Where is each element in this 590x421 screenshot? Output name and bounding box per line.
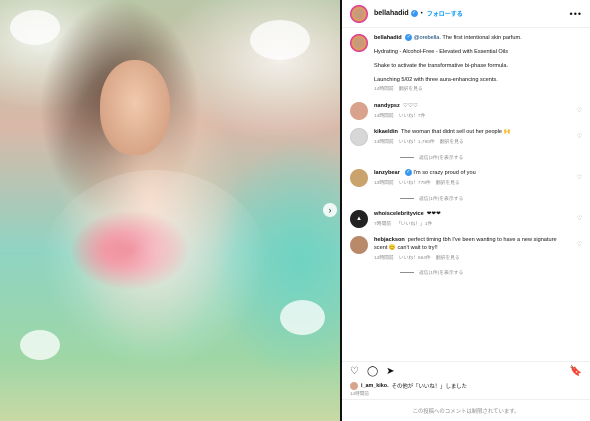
- dot-separator: •: [420, 10, 423, 17]
- comment-username[interactable]: hebjackson: [374, 237, 405, 243]
- comment-username[interactable]: lanzybear: [374, 170, 400, 176]
- comment-item: ▲ whoiscelebrityvice ❤❤❤ 7時間前 「いいね！」1件 ♡: [350, 210, 582, 228]
- timestamp: 7時間前: [374, 222, 392, 227]
- translate-link[interactable]: 翻訳を見る: [436, 181, 460, 186]
- liked-by-text[interactable]: その他が「いいね！」しました: [392, 382, 467, 390]
- likes-count[interactable]: いいね！1,760件: [399, 140, 435, 145]
- verified-icon: ✓: [410, 10, 418, 17]
- comment-username[interactable]: whoiscelebrityvice: [374, 211, 424, 217]
- caption-line: Launching 5/02 with three aura-enhancing…: [374, 77, 498, 83]
- verified-icon: ✓: [405, 34, 413, 42]
- instagram-post-view: › bellahadid ✓ • フォローする ••• bellahadid ✓…: [0, 0, 590, 421]
- view-replies-label: 返信(1件)を表示する: [419, 271, 464, 276]
- verified-icon: ✓: [404, 169, 412, 177]
- comment-text: I'm so crazy proud of you: [413, 170, 476, 176]
- comment-text: ♡♡♡: [402, 103, 418, 109]
- caption-line: Hydrating - Alcohol-Free - Elevated with…: [374, 49, 508, 55]
- share-icon[interactable]: ➤: [386, 366, 394, 377]
- heart-icon[interactable]: ♡: [577, 174, 582, 181]
- post-panel: bellahadid ✓ • フォローする ••• bellahadid ✓ @…: [342, 0, 590, 421]
- translate-link[interactable]: 翻訳を見る: [440, 140, 464, 145]
- next-image-arrow-icon[interactable]: ›: [323, 203, 337, 217]
- comment-icon[interactable]: ◯: [367, 366, 378, 377]
- mention-link[interactable]: @orebella: [414, 35, 440, 41]
- comment-text: The woman that didnt sell out her people…: [400, 129, 511, 135]
- more-options-icon[interactable]: •••: [570, 9, 582, 19]
- flower-decoration: [10, 10, 60, 45]
- view-replies[interactable]: 返信(1件)を表示する: [400, 195, 582, 202]
- liked-by: i_am_kiko. その他が「いいね！」しました: [342, 381, 590, 391]
- comments-restricted-notice: この投稿へのコメントは制限されています。: [342, 399, 590, 421]
- comment-item: nandypsz ♡♡♡ 14時間前 いいね！7件 ♡: [350, 102, 582, 120]
- likes-count[interactable]: いいね！664件: [399, 256, 431, 261]
- header-username[interactable]: bellahadid: [374, 10, 409, 17]
- heart-icon[interactable]: ♡: [577, 215, 582, 222]
- likes-count[interactable]: いいね！7件: [399, 114, 426, 119]
- timestamp: 14時間前: [374, 114, 394, 119]
- post-header: bellahadid ✓ • フォローする •••: [342, 0, 590, 28]
- comment-text: ❤❤❤: [426, 211, 441, 217]
- avatar[interactable]: [350, 4, 368, 23]
- caption-text: . The first intentional skin parfum.: [439, 35, 522, 41]
- caption-username[interactable]: bellahadid: [374, 35, 402, 41]
- timestamp: 13時間前: [374, 181, 394, 186]
- view-replies-label: 返信(1件)を表示する: [419, 197, 464, 202]
- timestamp: 14時間前: [374, 87, 394, 92]
- comment-item: kikaeldin The woman that didnt sell out h…: [350, 128, 582, 146]
- view-replies-label: 返信(2件)を表示する: [419, 156, 464, 161]
- avatar[interactable]: ▲: [350, 210, 368, 228]
- avatar[interactable]: [350, 169, 368, 187]
- caption: bellahadid ✓ @orebella. The first intent…: [350, 34, 582, 94]
- post-image[interactable]: ›: [0, 0, 340, 421]
- flower-decoration: [250, 20, 310, 60]
- comment-item: lanzybear ✓ I'm so crazy proud of you 13時…: [350, 169, 582, 187]
- avatar[interactable]: [350, 34, 368, 52]
- heart-icon[interactable]: ♡: [577, 107, 582, 114]
- timestamp: 14時間前: [374, 256, 394, 261]
- heart-icon[interactable]: ♡: [577, 241, 582, 248]
- avatar[interactable]: [350, 236, 368, 254]
- comment-username[interactable]: kikaeldin: [374, 129, 398, 135]
- translate-link[interactable]: 翻訳を見る: [436, 256, 460, 261]
- translate-link[interactable]: 翻訳を見る: [399, 87, 423, 92]
- action-bar: ♡ ◯ ➤ 🔖: [342, 361, 590, 381]
- replies-line: [400, 157, 414, 158]
- avatar[interactable]: [350, 382, 358, 390]
- caption-line: Shake to activate the transformative bi-…: [374, 63, 509, 69]
- heart-icon[interactable]: ♡: [350, 366, 359, 377]
- replies-line: [400, 272, 414, 273]
- view-replies[interactable]: 返信(1件)を表示する: [400, 269, 582, 276]
- model-face: [100, 60, 170, 155]
- avatar[interactable]: [350, 102, 368, 120]
- follow-button[interactable]: フォローする: [427, 9, 463, 18]
- liked-by-username[interactable]: i_am_kiko.: [361, 383, 389, 389]
- view-replies[interactable]: 返信(2件)を表示する: [400, 154, 582, 161]
- bookmark-icon[interactable]: 🔖: [570, 366, 582, 377]
- heart-icon[interactable]: ♡: [577, 133, 582, 140]
- comments-list[interactable]: bellahadid ✓ @orebella. The first intent…: [342, 28, 590, 361]
- comment-username[interactable]: nandypsz: [374, 103, 400, 109]
- flower-decoration: [280, 300, 325, 335]
- flower-decoration: [20, 330, 60, 360]
- comment-item: hebjackson perfect timing tbh I've been w…: [350, 236, 582, 261]
- post-date: 14時間前: [350, 391, 369, 396]
- timestamp: 14時間前: [374, 140, 394, 145]
- veil-overlay: [40, 170, 270, 370]
- avatar[interactable]: [350, 128, 368, 146]
- likes-count[interactable]: 「いいね！」1件: [396, 222, 432, 227]
- replies-line: [400, 198, 414, 199]
- likes-count[interactable]: いいね！778件: [399, 181, 431, 186]
